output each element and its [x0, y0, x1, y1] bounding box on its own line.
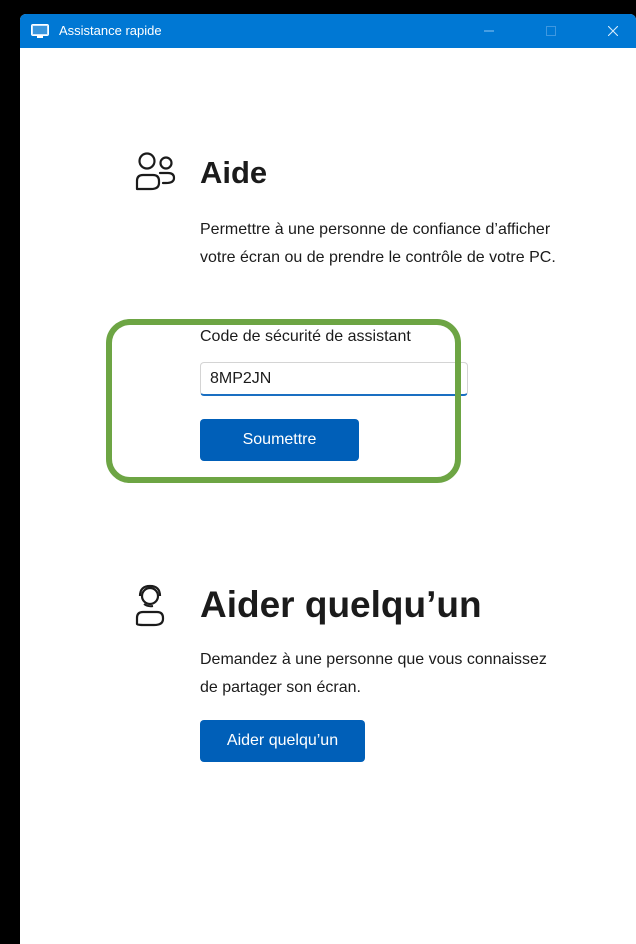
- submit-button[interactable]: Soumettre: [200, 419, 359, 461]
- people-icon: [135, 152, 176, 191]
- minimize-icon: [484, 30, 494, 32]
- assist-someone-button[interactable]: Aider quelqu’un: [200, 720, 365, 762]
- close-icon: [608, 26, 618, 36]
- security-code-input[interactable]: [200, 362, 468, 396]
- title-bar[interactable]: Assistance rapide: [20, 14, 636, 48]
- quick-assist-window: Assistance rapide Aide Permettre à une p…: [20, 14, 636, 944]
- assist-description: Demandez à une personne que vous connais…: [200, 651, 547, 696]
- headset-person-icon: [135, 584, 165, 627]
- window-title: Assistance rapide: [59, 23, 162, 38]
- help-heading: Aide: [200, 155, 268, 190]
- security-code-label: Code de sécurité de assistant: [200, 328, 411, 345]
- app-monitor-icon: [31, 24, 49, 38]
- close-button[interactable]: [590, 14, 636, 48]
- assist-heading: Aider quelqu’un: [200, 584, 482, 625]
- maximize-button[interactable]: [528, 14, 574, 48]
- minimize-button[interactable]: [466, 14, 512, 48]
- help-description: Permettre à une personne de confiance d’…: [200, 221, 556, 266]
- maximize-icon: [546, 26, 556, 36]
